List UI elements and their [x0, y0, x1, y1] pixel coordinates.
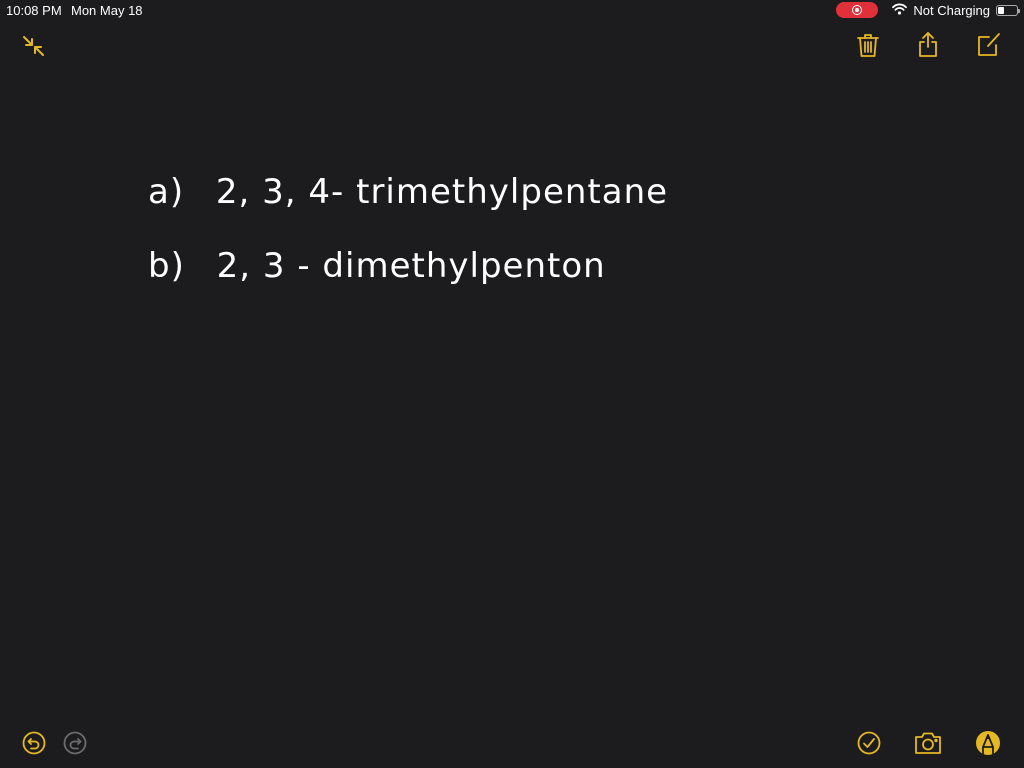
collapse-button[interactable] — [22, 35, 46, 57]
redo-button[interactable] — [63, 731, 87, 755]
note-line-b: b) 2, 3 - dimethylpenton — [148, 246, 606, 286]
undo-button[interactable] — [22, 731, 46, 755]
battery-status-label: Not Charging — [913, 2, 990, 18]
note-line-text: 2, 3, 4- trimethylpentane — [215, 172, 669, 212]
status-indicators: Not Charging — [836, 2, 1020, 18]
note-canvas[interactable]: a) 2, 3, 4- trimethylpentane b) 2, 3 - d… — [0, 60, 1024, 710]
wifi-icon — [892, 3, 908, 18]
note-line-label: a) — [148, 172, 185, 212]
status-time: 10:08 PM — [6, 3, 62, 18]
record-icon — [852, 5, 863, 15]
screen-recording-indicator[interactable] — [836, 2, 879, 18]
status-date: Mon May 18 — [71, 3, 143, 18]
battery-icon — [996, 4, 1020, 16]
markup-pen-icon — [975, 730, 1001, 756]
share-icon — [917, 31, 939, 58]
share-button[interactable] — [917, 31, 939, 58]
camera-button[interactable] — [914, 731, 942, 755]
undo-icon — [22, 731, 46, 755]
checklist-button[interactable] — [857, 731, 881, 755]
delete-button[interactable] — [857, 33, 879, 58]
note-line-text: 2, 3 - dimethylpenton — [216, 246, 606, 286]
checklist-icon — [857, 731, 881, 755]
trash-icon — [857, 33, 879, 58]
status-bar: 10:08 PM Mon May 18 Not Charging — [0, 0, 1024, 22]
battery-level — [998, 6, 1005, 14]
note-line-label: b) — [148, 246, 185, 286]
markup-button[interactable] — [975, 730, 1001, 756]
note-line-a: a) 2, 3, 4- trimethylpentane — [148, 172, 668, 212]
redo-icon — [63, 731, 87, 755]
compose-button[interactable] — [976, 33, 1001, 57]
compose-icon — [976, 33, 1001, 57]
collapse-icon — [22, 35, 46, 57]
camera-icon — [914, 731, 942, 755]
